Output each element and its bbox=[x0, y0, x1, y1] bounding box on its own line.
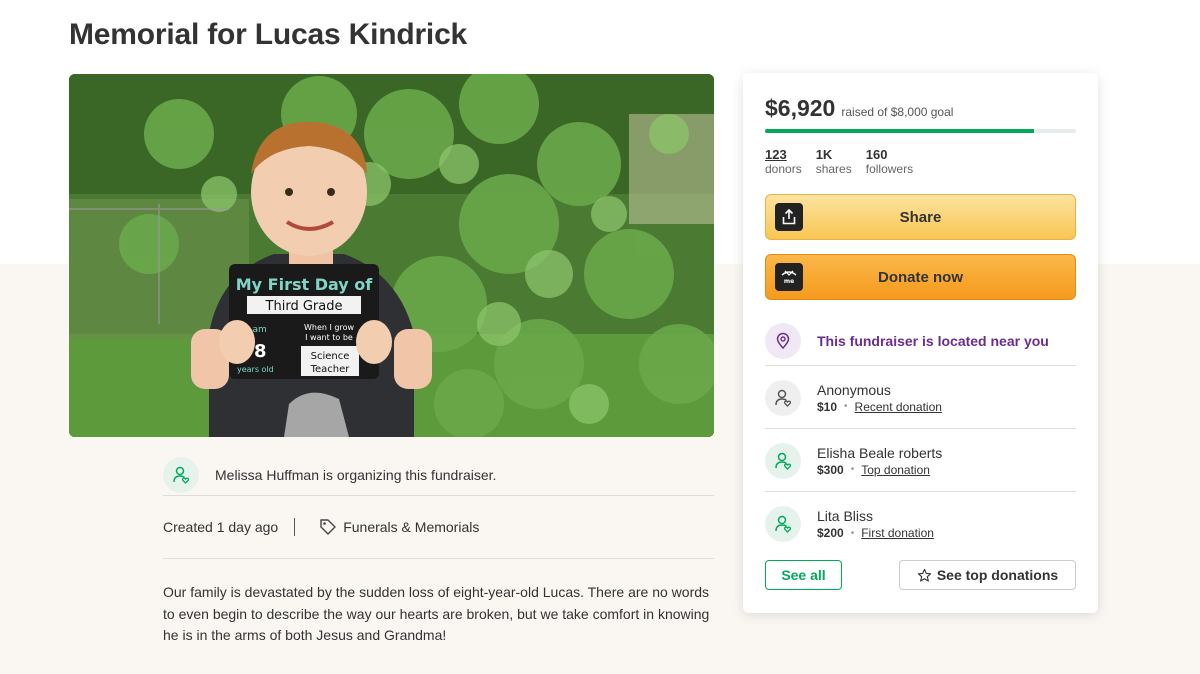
sign-when: When I grow bbox=[304, 323, 355, 332]
user-heart-icon bbox=[775, 389, 792, 407]
stat-donors-label: donors bbox=[765, 162, 802, 176]
stat-donors[interactable]: 123 donors bbox=[765, 147, 802, 176]
share-icon bbox=[775, 203, 803, 231]
donation-item: Elisha Beale roberts $300 • Top donation bbox=[765, 430, 1076, 492]
star-icon bbox=[917, 568, 931, 582]
stat-donors-count[interactable]: 123 bbox=[765, 147, 802, 162]
sign-job2: Teacher bbox=[310, 364, 351, 375]
raised-summary: $6,920 raised of $8,000 goal bbox=[765, 95, 953, 122]
location-text: This fundraiser is located near you bbox=[817, 332, 1049, 349]
donor-name: Anonymous bbox=[817, 381, 891, 398]
bullet: • bbox=[850, 464, 855, 475]
user-heart-icon bbox=[775, 452, 792, 470]
stats-row: 123 donors 1K shares 160 followers bbox=[765, 147, 913, 176]
hero-photo: My First Day of Third Grade I am 8 years… bbox=[69, 74, 714, 437]
created-date: Created 1 day ago bbox=[163, 518, 279, 535]
organizer-text: Melissa Huffman is organizing this fundr… bbox=[215, 466, 497, 483]
hero-photo-illustration: My First Day of Third Grade I am 8 years… bbox=[69, 74, 714, 437]
gofundme-logo-icon: me bbox=[775, 263, 803, 291]
sign-years: years old bbox=[237, 365, 274, 374]
donor-avatar bbox=[765, 442, 801, 479]
stat-shares: 1K shares bbox=[816, 147, 852, 176]
donation-sidebar: $6,920 raised of $8,000 goal 123 donors … bbox=[743, 73, 1098, 613]
donor-avatar bbox=[765, 506, 801, 542]
raised-amount: $6,920 bbox=[765, 95, 836, 121]
organizer-row: Melissa Huffman is organizing this fundr… bbox=[163, 456, 714, 496]
organizer-avatar bbox=[163, 456, 199, 493]
donate-label: Donate now bbox=[878, 268, 963, 286]
category-label: Funerals & Memorials bbox=[343, 518, 480, 535]
donate-button[interactable]: me Donate now bbox=[765, 254, 1076, 300]
progress-bar bbox=[765, 129, 1076, 133]
see-top-donations-label: See top donations bbox=[936, 567, 1059, 583]
user-heart-icon bbox=[775, 515, 792, 533]
stat-followers-label: followers bbox=[865, 162, 914, 176]
sign-job1: Science bbox=[311, 351, 350, 362]
donation-amount: $300 bbox=[817, 462, 844, 477]
location-notice: This fundraiser is located near you bbox=[765, 316, 1076, 366]
story-text: Our family is devastated by the sudden l… bbox=[163, 584, 710, 643]
goal-text: raised of $8,000 goal bbox=[841, 105, 954, 119]
donation-amount: $200 bbox=[817, 526, 844, 540]
bullet: • bbox=[844, 401, 848, 412]
donor-name: Lita Bliss bbox=[817, 508, 874, 524]
fundraiser-meta: Created 1 day ago Funerals & Memorials bbox=[163, 507, 714, 559]
donation-amount: $10 bbox=[817, 399, 838, 414]
share-label: Share bbox=[899, 208, 942, 226]
svg-text:me: me bbox=[784, 278, 794, 285]
sign-age: 8 bbox=[254, 341, 267, 362]
sign-line1: My First Day of bbox=[236, 275, 374, 294]
location-pin-icon bbox=[776, 332, 790, 349]
location-pin-icon-wrap bbox=[765, 322, 801, 359]
donation-kind-link[interactable]: Top donation bbox=[861, 463, 930, 477]
donation-item: Lita Bliss $200 • First donation bbox=[765, 493, 1076, 555]
stat-followers-count: 160 bbox=[865, 147, 888, 162]
donation-kind-link[interactable]: First donation bbox=[861, 526, 934, 540]
meta-divider bbox=[294, 517, 296, 536]
category-link[interactable]: Funerals & Memorials bbox=[319, 518, 479, 536]
user-heart-icon bbox=[173, 466, 190, 484]
page-title: Memorial for Lucas Kindrick bbox=[69, 18, 468, 51]
donor-avatar bbox=[765, 379, 801, 416]
donation-item: Anonymous $10 • Recent donation bbox=[765, 367, 1076, 429]
share-button[interactable]: Share bbox=[765, 194, 1076, 240]
bullet: • bbox=[850, 527, 855, 539]
stat-shares-count: 1K bbox=[815, 147, 833, 162]
see-top-donations-button[interactable]: See top donations bbox=[899, 560, 1076, 590]
tag-icon bbox=[320, 518, 336, 535]
donation-kind-link[interactable]: Recent donation bbox=[855, 400, 942, 414]
stat-followers: 160 followers bbox=[866, 147, 913, 176]
sign-want: I want to be bbox=[305, 333, 353, 342]
progress-fill bbox=[765, 129, 1034, 133]
see-all-button[interactable]: See all bbox=[765, 560, 842, 590]
donor-name: Elisha Beale roberts bbox=[817, 444, 943, 461]
stat-shares-label: shares bbox=[815, 162, 852, 176]
sign-line2: Third Grade bbox=[265, 299, 343, 314]
